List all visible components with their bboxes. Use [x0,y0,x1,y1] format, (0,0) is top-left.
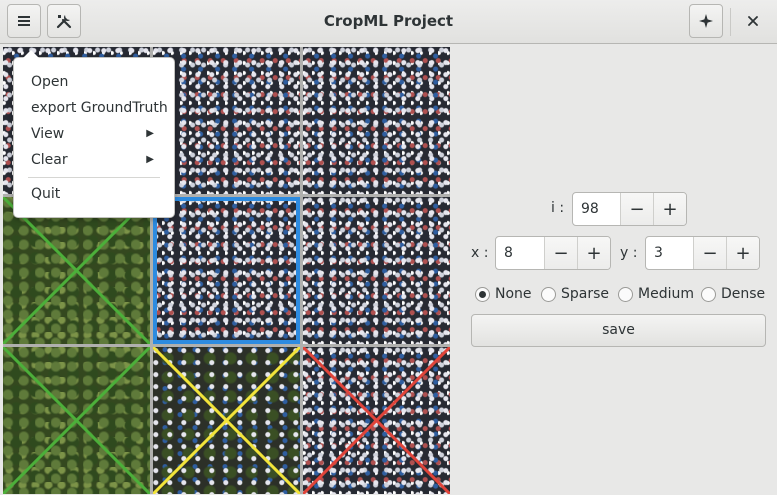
close-button[interactable] [736,4,770,38]
grid-tile[interactable] [3,197,150,344]
radio-label: Medium [638,286,694,302]
hamburger-icon [18,16,30,26]
y-decrement-button[interactable]: − [693,237,726,269]
grid-tile[interactable] [3,347,150,494]
menu-item-view[interactable]: View ▶ [14,122,174,148]
x-label: x : [471,245,489,261]
radio-label: Sparse [561,286,610,302]
sparkle-icon [699,14,713,28]
y-increment-button[interactable]: + [726,237,759,269]
menu-item-export-groundtruth[interactable]: export GroundTruth [14,96,174,122]
y-spinner: 3 − + [645,236,760,270]
header-bar: CropML Project [0,0,777,44]
grid-tile[interactable] [303,47,450,194]
popover-arrow [23,50,39,58]
save-button[interactable]: save [471,314,766,347]
submenu-arrow-icon: ▶ [146,128,154,139]
control-panel: i : 98 − + x : 8 − + y : 3 − + None Spar… [451,45,777,495]
menu-item-label: export GroundTruth [31,100,168,116]
index-increment-button[interactable]: + [653,193,686,225]
grid-tile[interactable] [153,197,300,344]
tile-cross-mark [153,347,300,494]
tile-cross-mark [303,347,450,494]
grid-tile[interactable] [153,47,300,194]
radio-indicator [541,286,556,302]
window-title: CropML Project [323,12,454,30]
radio-indicator [475,286,490,302]
header-separator [730,8,731,36]
index-spinner: 98 − + [572,192,687,226]
index-decrement-button[interactable]: − [620,193,653,225]
density-radio-sparse[interactable]: Sparse [541,286,609,302]
submenu-arrow-icon: ▶ [146,154,154,165]
index-value[interactable]: 98 [573,193,620,225]
app-window: CropML Project Open export GroundTruth V… [0,0,777,495]
close-icon [748,16,758,26]
tile-cross-mark [3,197,150,344]
sparkle-button[interactable] [689,4,723,38]
radio-label: Dense [721,286,766,302]
tile-cross-mark [3,347,150,494]
menu-item-label: Open [31,74,69,90]
menu-item-label: View [31,126,65,142]
y-label: y : [620,245,638,261]
x-value[interactable]: 8 [496,237,544,269]
grid-tile[interactable] [303,347,450,494]
x-decrement-button[interactable]: − [544,237,577,269]
index-label: i : [551,200,565,216]
menu-item-label: Clear [31,152,68,168]
tools-button[interactable] [47,4,81,38]
grid-tile[interactable] [153,347,300,494]
main-menu-button[interactable] [7,4,41,38]
menu-item-open[interactable]: Open [14,70,174,96]
x-increment-button[interactable]: + [577,237,610,269]
radio-indicator [618,286,633,302]
menu-item-label: Quit [31,186,61,202]
tools-icon [56,15,72,29]
y-value[interactable]: 3 [646,237,693,269]
density-radio-medium[interactable]: Medium [618,286,694,302]
grid-tile[interactable] [303,197,450,344]
radio-label: None [495,286,532,302]
density-radio-dense[interactable]: Dense [701,286,765,302]
selection-outline [153,197,300,344]
x-spinner: 8 − + [495,236,611,270]
radio-indicator [701,286,716,302]
menu-item-clear[interactable]: Clear ▶ [14,148,174,174]
main-menu-popover: Open export GroundTruth View ▶ Clear ▶ Q… [13,50,175,218]
selection-border [153,197,300,344]
density-radio-none[interactable]: None [475,286,532,302]
menu-separator [28,177,160,178]
menu-item-quit[interactable]: Quit [14,182,174,208]
